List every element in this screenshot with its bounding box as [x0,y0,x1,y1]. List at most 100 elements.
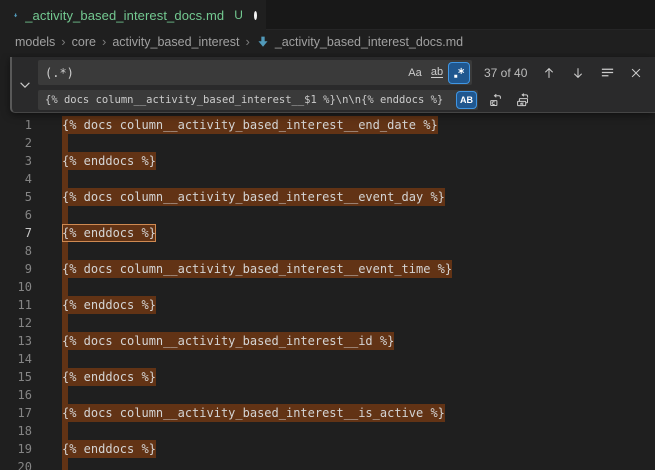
close-find-button[interactable] [625,62,647,84]
line-number: 13 [0,332,32,350]
tab-activity-based-interest-docs[interactable]: _activity_based_interest_docs.md U [0,0,266,30]
preserve-case-button[interactable]: AB [457,92,476,108]
line-content[interactable]: {% enddocs %} [32,152,156,170]
find-match-highlight: {% enddocs %} [62,440,156,458]
line-number: 11 [0,296,32,314]
line-content[interactable] [32,314,68,332]
arrow-up-icon [542,66,556,80]
find-match-highlight: {% docs column__activity_based_interest_… [62,188,445,206]
find-match-highlight: {% docs column__activity_based_interest_… [62,260,452,278]
code-line: 17 {% docs column__activity_based_interes… [0,404,655,422]
code-line: 9{% docs column__activity_based_interest… [0,260,655,278]
current-find-match: {% enddocs %} [62,224,156,242]
line-content[interactable] [32,422,68,440]
find-in-selection-button[interactable] [596,62,618,84]
chevron-down-icon [18,78,32,92]
previous-match-button[interactable] [538,62,560,84]
code-line: 1 {% docs column__activity_based_interest… [0,116,655,134]
line-content[interactable] [32,278,68,296]
line-content[interactable] [32,206,68,224]
find-in-selection-icon [600,65,615,80]
line-content[interactable] [32,458,68,470]
find-query-text: (.*) [45,66,405,80]
find-input[interactable]: (.*) Aa ab [38,60,472,85]
breadcrumb-separator-icon: › [241,34,253,49]
close-icon [629,66,643,80]
code-line: 11 {% enddocs %} [0,296,655,314]
find-match-highlight: {% docs column__activity_based_interest_… [62,116,438,134]
line-number: 2 [0,134,32,152]
find-match-highlight [62,170,68,188]
line-content[interactable]: {% enddocs %} [32,440,156,458]
find-match-highlight [62,278,68,296]
line-content[interactable]: {% docs column__activity_based_interest_… [32,332,394,350]
line-number: 15 [0,368,32,386]
whole-word-button[interactable]: ab [427,63,447,83]
replace-all-button[interactable] [512,89,534,111]
find-match-highlight [62,314,68,332]
line-number: 10 [0,278,32,296]
replace-button[interactable] [485,89,507,111]
code-line: 8 [0,242,655,260]
line-content[interactable]: {% enddocs %} [32,224,156,242]
breadcrumb-item[interactable]: activity_based_interest [110,35,241,49]
code-line: 18 [0,422,655,440]
code-line: 19 {% enddocs %} [0,440,655,458]
line-number: 12 [0,314,32,332]
line-content[interactable] [32,170,68,188]
regex-button[interactable] [449,63,469,83]
match-count: 37 of 40 [484,66,527,80]
next-match-button[interactable] [567,62,589,84]
editor[interactable]: 1 {% docs column__activity_based_interest… [0,53,655,470]
breadcrumb-item[interactable]: models [13,35,57,49]
line-content[interactable]: {% docs column__activity_based_interest_… [32,188,445,206]
line-number: 1 [0,116,32,134]
breadcrumb-item[interactable]: core [70,35,98,49]
replace-input[interactable]: {% docs column__activity_based_interest_… [38,90,478,110]
replace-icon [488,92,504,108]
line-content[interactable] [32,386,68,404]
line-number: 6 [0,206,32,224]
code-line: 12 [0,314,655,332]
find-match-highlight [62,134,68,152]
find-match-highlight [62,386,68,404]
line-content[interactable] [32,134,68,152]
line-number: 14 [0,350,32,368]
line-content[interactable] [32,242,68,260]
line-content[interactable]: {% docs column__activity_based_interest_… [32,260,452,278]
breadcrumb: models›core›activity_based_interest› _ac… [0,30,655,53]
line-number: 19 [0,440,32,458]
line-number: 3 [0,152,32,170]
line-content[interactable] [32,350,68,368]
match-case-button[interactable]: Aa [405,63,425,83]
breadcrumb-separator-icon: › [57,34,69,49]
find-match-highlight: {% enddocs %} [62,296,156,314]
line-number: 8 [0,242,32,260]
find-match-highlight [62,206,68,224]
unsaved-changes-dot[interactable] [254,11,257,20]
breadcrumb-file[interactable]: _activity_based_interest_docs.md [254,35,463,49]
find-row: (.*) Aa ab 37 of 40 [38,60,655,85]
code-line: 5{% docs column__activity_based_interest… [0,188,655,206]
line-content[interactable]: {% docs column__activity_based_interest_… [32,404,445,422]
replace-all-icon [515,92,531,108]
replace-row: {% docs column__activity_based_interest_… [38,89,655,111]
line-number: 16 [0,386,32,404]
line-number: 17 [0,404,32,422]
line-content[interactable]: {% enddocs %} [32,296,156,314]
breadcrumb-folders: models›core›activity_based_interest› [13,34,254,49]
code-line: 10 [0,278,655,296]
find-match-highlight: {% enddocs %} [62,152,156,170]
find-match-highlight: {% docs column__activity_based_interest_… [62,404,445,422]
line-content[interactable]: {% docs column__activity_based_interest_… [32,116,438,134]
toggle-replace-button[interactable] [12,57,38,112]
find-match-highlight: {% docs column__activity_based_interest_… [62,332,394,350]
code-line: 7 {% enddocs %} [0,224,655,242]
code-line: 15{% enddocs %} [0,368,655,386]
breadcrumb-separator-icon: › [98,34,110,49]
code-line: 6 [0,206,655,224]
line-number: 7 [0,224,32,242]
line-content[interactable]: {% enddocs %} [32,368,156,386]
vscode-window: _activity_based_interest_docs.md U model… [0,0,655,470]
find-replace-widget: (.*) Aa ab 37 of 40 [10,57,655,113]
